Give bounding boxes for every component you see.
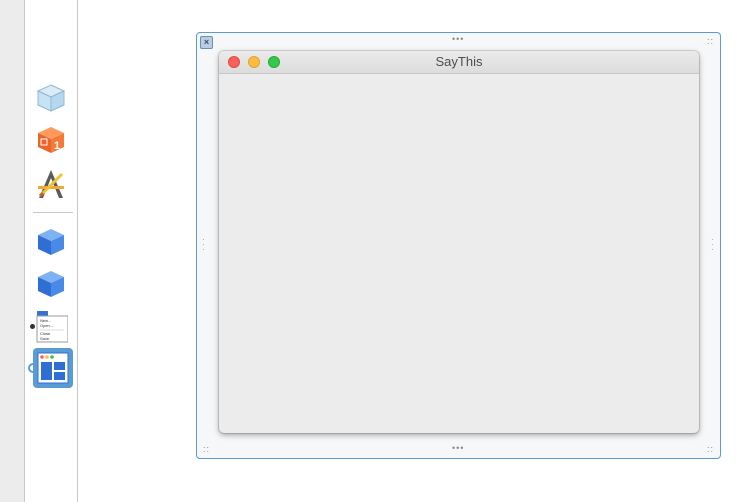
resize-handle-top[interactable]: ••• bbox=[452, 35, 464, 44]
app-window[interactable]: SayThis bbox=[219, 51, 699, 433]
resize-handle-bottom[interactable]: ••• bbox=[452, 444, 464, 453]
resize-handle-left[interactable]: · · · bbox=[202, 236, 206, 254]
resize-handle-bottom-right[interactable]: :: bbox=[707, 445, 714, 454]
window-scene[interactable]: × ••• :: · · · · · · :: ••• :: SayThis bbox=[196, 32, 721, 459]
left-gutter bbox=[0, 0, 25, 502]
menu-line-open: Open... bbox=[40, 323, 53, 328]
svg-text:1: 1 bbox=[54, 140, 60, 152]
main-menu-icon: New... Open... Close Save bbox=[36, 311, 68, 343]
main-menu-item[interactable]: New... Open... Close Save bbox=[33, 308, 69, 344]
resize-handle-right[interactable]: · · · bbox=[711, 236, 715, 254]
object-cube-icon bbox=[38, 271, 64, 297]
window-content bbox=[219, 74, 699, 433]
transparent-cube-icon bbox=[36, 84, 66, 112]
object-item-1[interactable] bbox=[33, 224, 69, 260]
first-responder-item[interactable]: 1 bbox=[33, 122, 69, 158]
storyboard-entry-item[interactable] bbox=[33, 80, 69, 116]
first-responder-icon: 1 bbox=[38, 127, 64, 153]
resize-handle-top-right[interactable]: :: bbox=[707, 37, 714, 46]
window-titlebar[interactable]: SayThis bbox=[219, 51, 699, 74]
window-controller-item[interactable] bbox=[33, 348, 73, 388]
dock-separator bbox=[33, 212, 73, 213]
scene-dock: 1 New... Open... Close Save bbox=[25, 0, 78, 502]
application-item[interactable] bbox=[33, 166, 69, 202]
menu-line-save: Save bbox=[40, 336, 50, 341]
window-title: SayThis bbox=[435, 54, 483, 69]
object-item-2[interactable] bbox=[33, 266, 69, 302]
resize-handle-bottom-left[interactable]: :: bbox=[203, 445, 210, 454]
application-icon bbox=[38, 170, 64, 198]
scene-close-icon[interactable]: × bbox=[200, 36, 213, 49]
window-controller-icon bbox=[37, 352, 69, 384]
object-cube-icon bbox=[38, 229, 64, 255]
